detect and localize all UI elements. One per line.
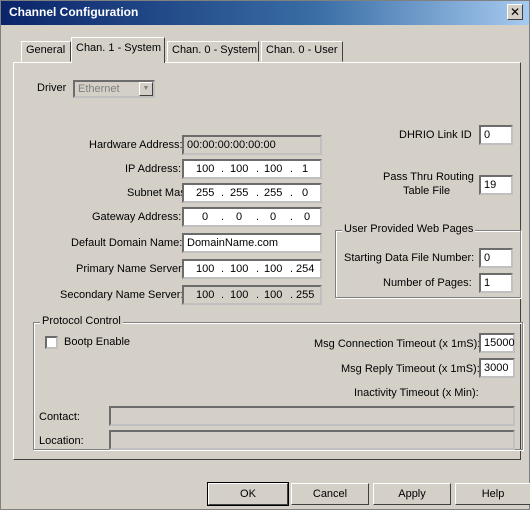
tab-chan-0-system[interactable]: Chan. 0 - System (167, 41, 259, 62)
dhrio-link-id-field[interactable]: 0 (479, 125, 513, 145)
primary-name-server-field[interactable]: 100. 100. 100. 254 (182, 259, 322, 279)
secondary-octet-1: 100 (196, 289, 215, 301)
pass-thru-label-line2: Table File (403, 185, 451, 197)
gateway-octet-1: 0 (202, 211, 209, 223)
default-domain-label: Default Domain Name: (71, 237, 183, 249)
secondary-name-server-field[interactable]: 100. 100. 100. 255 (182, 285, 322, 305)
subnet-octet-2: 255 (230, 187, 249, 199)
secondary-octet-4: 255 (296, 289, 315, 301)
gateway-octet-3: 0 (270, 211, 277, 223)
subnet-octet-1: 255 (196, 187, 215, 199)
primary-octet-1: 100 (196, 263, 215, 275)
bootp-enable-label: Bootp Enable (64, 336, 131, 348)
default-domain-field[interactable]: DomainName.com (182, 233, 322, 253)
gateway-octet-4: 0 (304, 211, 311, 223)
title-bar[interactable]: Channel Configuration ✕ (1, 1, 529, 25)
gateway-octet-2: 0 (236, 211, 243, 223)
subnet-mask-field[interactable]: 255. 255. 255. 0 (182, 183, 322, 203)
primary-octet-4: 254 (296, 263, 315, 275)
ok-button[interactable]: OK (207, 482, 289, 506)
driver-dropdown[interactable]: Ethernet ▼ (73, 80, 155, 98)
driver-value: Ethernet (78, 83, 120, 95)
tab-general[interactable]: General (21, 41, 71, 62)
secondary-octet-2: 100 (230, 289, 249, 301)
starting-data-file-field[interactable]: 0 (479, 248, 513, 268)
starting-data-file-label: Starting Data File Number: (344, 252, 475, 264)
hardware-address-label: Hardware Address: (89, 139, 183, 151)
location-field[interactable] (109, 430, 515, 450)
ip-octet-1: 100 (196, 163, 215, 175)
msg-connection-timeout-label: Msg Connection Timeout (x 1mS): (314, 338, 481, 350)
tab-chan-1-system[interactable]: Chan. 1 - System (71, 37, 165, 63)
gateway-address-field[interactable]: 0. 0. 0. 0 (182, 207, 322, 227)
protocol-control-legend: Protocol Control (40, 315, 123, 327)
dhrio-link-id-label: DHRIO Link ID (399, 129, 472, 141)
subnet-octet-4: 0 (302, 187, 309, 199)
chevron-down-icon: ▼ (139, 82, 153, 96)
web-pages-legend: User Provided Web Pages (342, 223, 476, 235)
apply-button[interactable]: Apply (373, 483, 451, 505)
pass-thru-routing-field[interactable]: 19 (479, 175, 513, 195)
tab-chan-0-user[interactable]: Chan. 0 - User (261, 41, 343, 62)
subnet-octet-3: 255 (264, 187, 283, 199)
pass-thru-label-line1: Pass Thru Routing (383, 171, 474, 183)
ip-address-field[interactable]: 100. 100. 100. 1 (182, 159, 322, 179)
primary-octet-2: 100 (230, 263, 249, 275)
number-of-pages-label: Number of Pages: (383, 277, 472, 289)
contact-field[interactable] (109, 406, 515, 426)
msg-connection-timeout-field[interactable]: 15000 (479, 333, 515, 353)
primary-name-server-label: Primary Name Server: (76, 263, 185, 275)
msg-reply-timeout-field[interactable]: 3000 (479, 358, 515, 378)
secondary-name-server-label: Secondary Name Server: (60, 289, 184, 301)
inactivity-timeout-label: Inactivity Timeout (x Min): (354, 387, 479, 399)
window-title: Channel Configuration (9, 5, 139, 19)
ip-octet-4: 1 (302, 163, 309, 175)
close-button[interactable]: ✕ (507, 4, 523, 20)
ip-address-label: IP Address: (125, 163, 182, 175)
hardware-address-field: 00:00:00:00:00:00 (182, 135, 322, 155)
number-of-pages-field[interactable]: 1 (479, 273, 513, 293)
cancel-button[interactable]: Cancel (291, 483, 369, 505)
secondary-octet-3: 100 (264, 289, 283, 301)
help-button[interactable]: Help (455, 483, 530, 505)
msg-reply-timeout-label: Msg Reply Timeout (x 1mS): (341, 363, 480, 375)
bootp-enable-checkbox[interactable] (45, 336, 58, 349)
channel-configuration-dialog: Channel Configuration ✕ General Chan. 1 … (0, 0, 530, 510)
location-label: Location: (39, 435, 84, 447)
driver-label: Driver (37, 82, 67, 94)
ip-octet-3: 100 (264, 163, 283, 175)
primary-octet-3: 100 (264, 263, 283, 275)
contact-label: Contact: (39, 411, 80, 423)
ip-octet-2: 100 (230, 163, 249, 175)
gateway-address-label: Gateway Address: (92, 211, 182, 223)
